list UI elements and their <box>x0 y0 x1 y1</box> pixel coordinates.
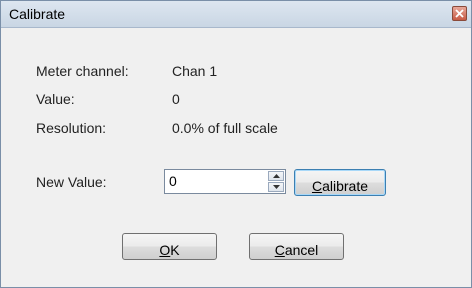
cancel-mnemonic: C <box>274 242 285 258</box>
ok-mnemonic: O <box>159 242 171 258</box>
calibrate-button[interactable]: Calibrate <box>294 169 386 196</box>
resolution-label: Resolution: <box>36 120 107 136</box>
calibrate-label: alibrate <box>322 178 369 194</box>
spin-up-icon <box>273 174 280 178</box>
spin-up-button[interactable] <box>268 171 284 181</box>
spin-down-button[interactable] <box>268 182 284 192</box>
ok-button[interactable]: OK <box>122 233 217 260</box>
new-value-label: New Value: <box>36 174 107 190</box>
close-button[interactable] <box>452 6 467 21</box>
new-value-spinbox[interactable]: 0 <box>164 169 286 194</box>
ok-label: K <box>170 242 180 258</box>
close-icon <box>455 9 464 18</box>
calibrate-dialog: Calibrate Meter channel: Chan 1 Value: 0… <box>0 0 472 288</box>
window-title: Calibrate <box>9 6 66 22</box>
new-value-input[interactable]: 0 <box>169 173 177 189</box>
value-value: 0 <box>172 91 180 107</box>
title-bar[interactable]: Calibrate <box>1 1 471 28</box>
spin-buttons <box>268 171 284 192</box>
meter-channel-value: Chan 1 <box>172 63 218 79</box>
cancel-button[interactable]: Cancel <box>249 233 344 260</box>
cancel-label: ancel <box>284 242 319 258</box>
resolution-value: 0.0% of full scale <box>172 120 278 136</box>
meter-channel-label: Meter channel: <box>36 63 129 79</box>
spin-down-icon <box>273 185 280 189</box>
calibrate-mnemonic: C <box>311 178 323 194</box>
value-label: Value: <box>36 91 75 107</box>
